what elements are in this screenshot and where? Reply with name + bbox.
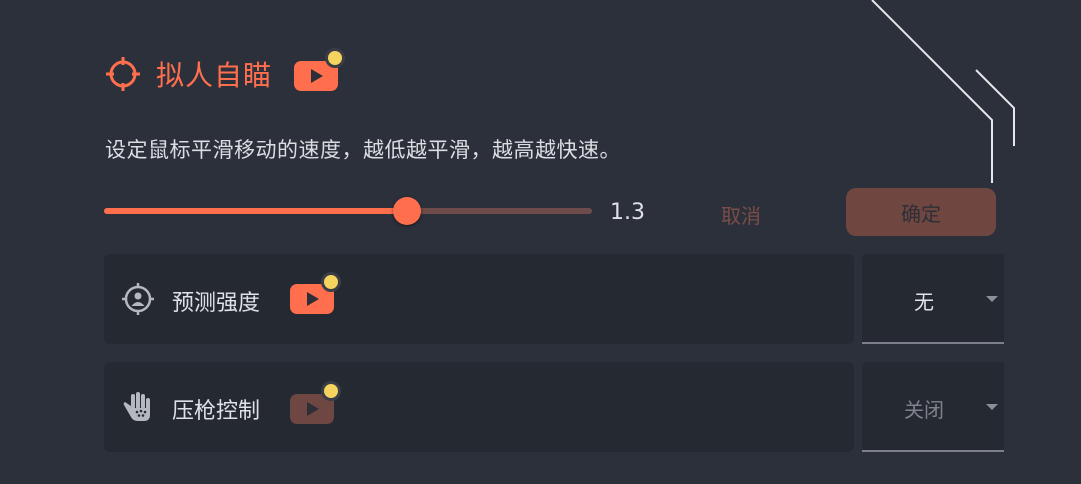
setting-label: 压枪控制 xyxy=(172,399,261,424)
setting-label: 预测强度 xyxy=(172,291,261,316)
setting-row-recoil: 压枪控制 xyxy=(104,362,854,452)
recoil-select[interactable]: 关闭 xyxy=(862,362,1004,452)
new-badge-dot xyxy=(321,381,341,401)
new-badge-dot xyxy=(325,48,346,68)
crosshair-icon xyxy=(106,57,140,91)
smoothing-slider[interactable] xyxy=(104,197,594,227)
prediction-select[interactable]: 无 xyxy=(862,254,1004,344)
chevron-down-icon xyxy=(986,296,998,302)
new-badge-dot xyxy=(321,272,341,292)
feature-title: 拟人自瞄 xyxy=(156,59,273,92)
cancel-button[interactable]: 取消 xyxy=(705,198,777,230)
video-tutorial-button[interactable] xyxy=(290,272,341,316)
video-tutorial-button[interactable] xyxy=(294,48,346,91)
feature-description: 设定鼠标平滑移动的速度，越低越平滑，越高越快速。 xyxy=(105,138,621,162)
feature-header: 拟人自瞄 xyxy=(104,48,346,94)
video-tutorial-button[interactable] xyxy=(290,381,341,424)
confirm-button[interactable]: 确定 xyxy=(846,188,996,236)
chevron-down-icon xyxy=(986,404,998,410)
settings-panel: 拟人自瞄 设定鼠标平滑移动的速度，越低越平滑，越高越快速。 1.3 取消 确定 … xyxy=(0,0,1081,484)
setting-row-prediction: 预测强度 xyxy=(104,254,854,344)
target-person-icon xyxy=(122,283,154,315)
slider-fill xyxy=(104,208,407,214)
slider-value: 1.3 xyxy=(610,200,645,225)
slider-handle[interactable] xyxy=(393,197,421,225)
select-value: 无 xyxy=(914,290,934,314)
select-value: 关闭 xyxy=(904,398,944,422)
hand-icon xyxy=(123,392,150,421)
